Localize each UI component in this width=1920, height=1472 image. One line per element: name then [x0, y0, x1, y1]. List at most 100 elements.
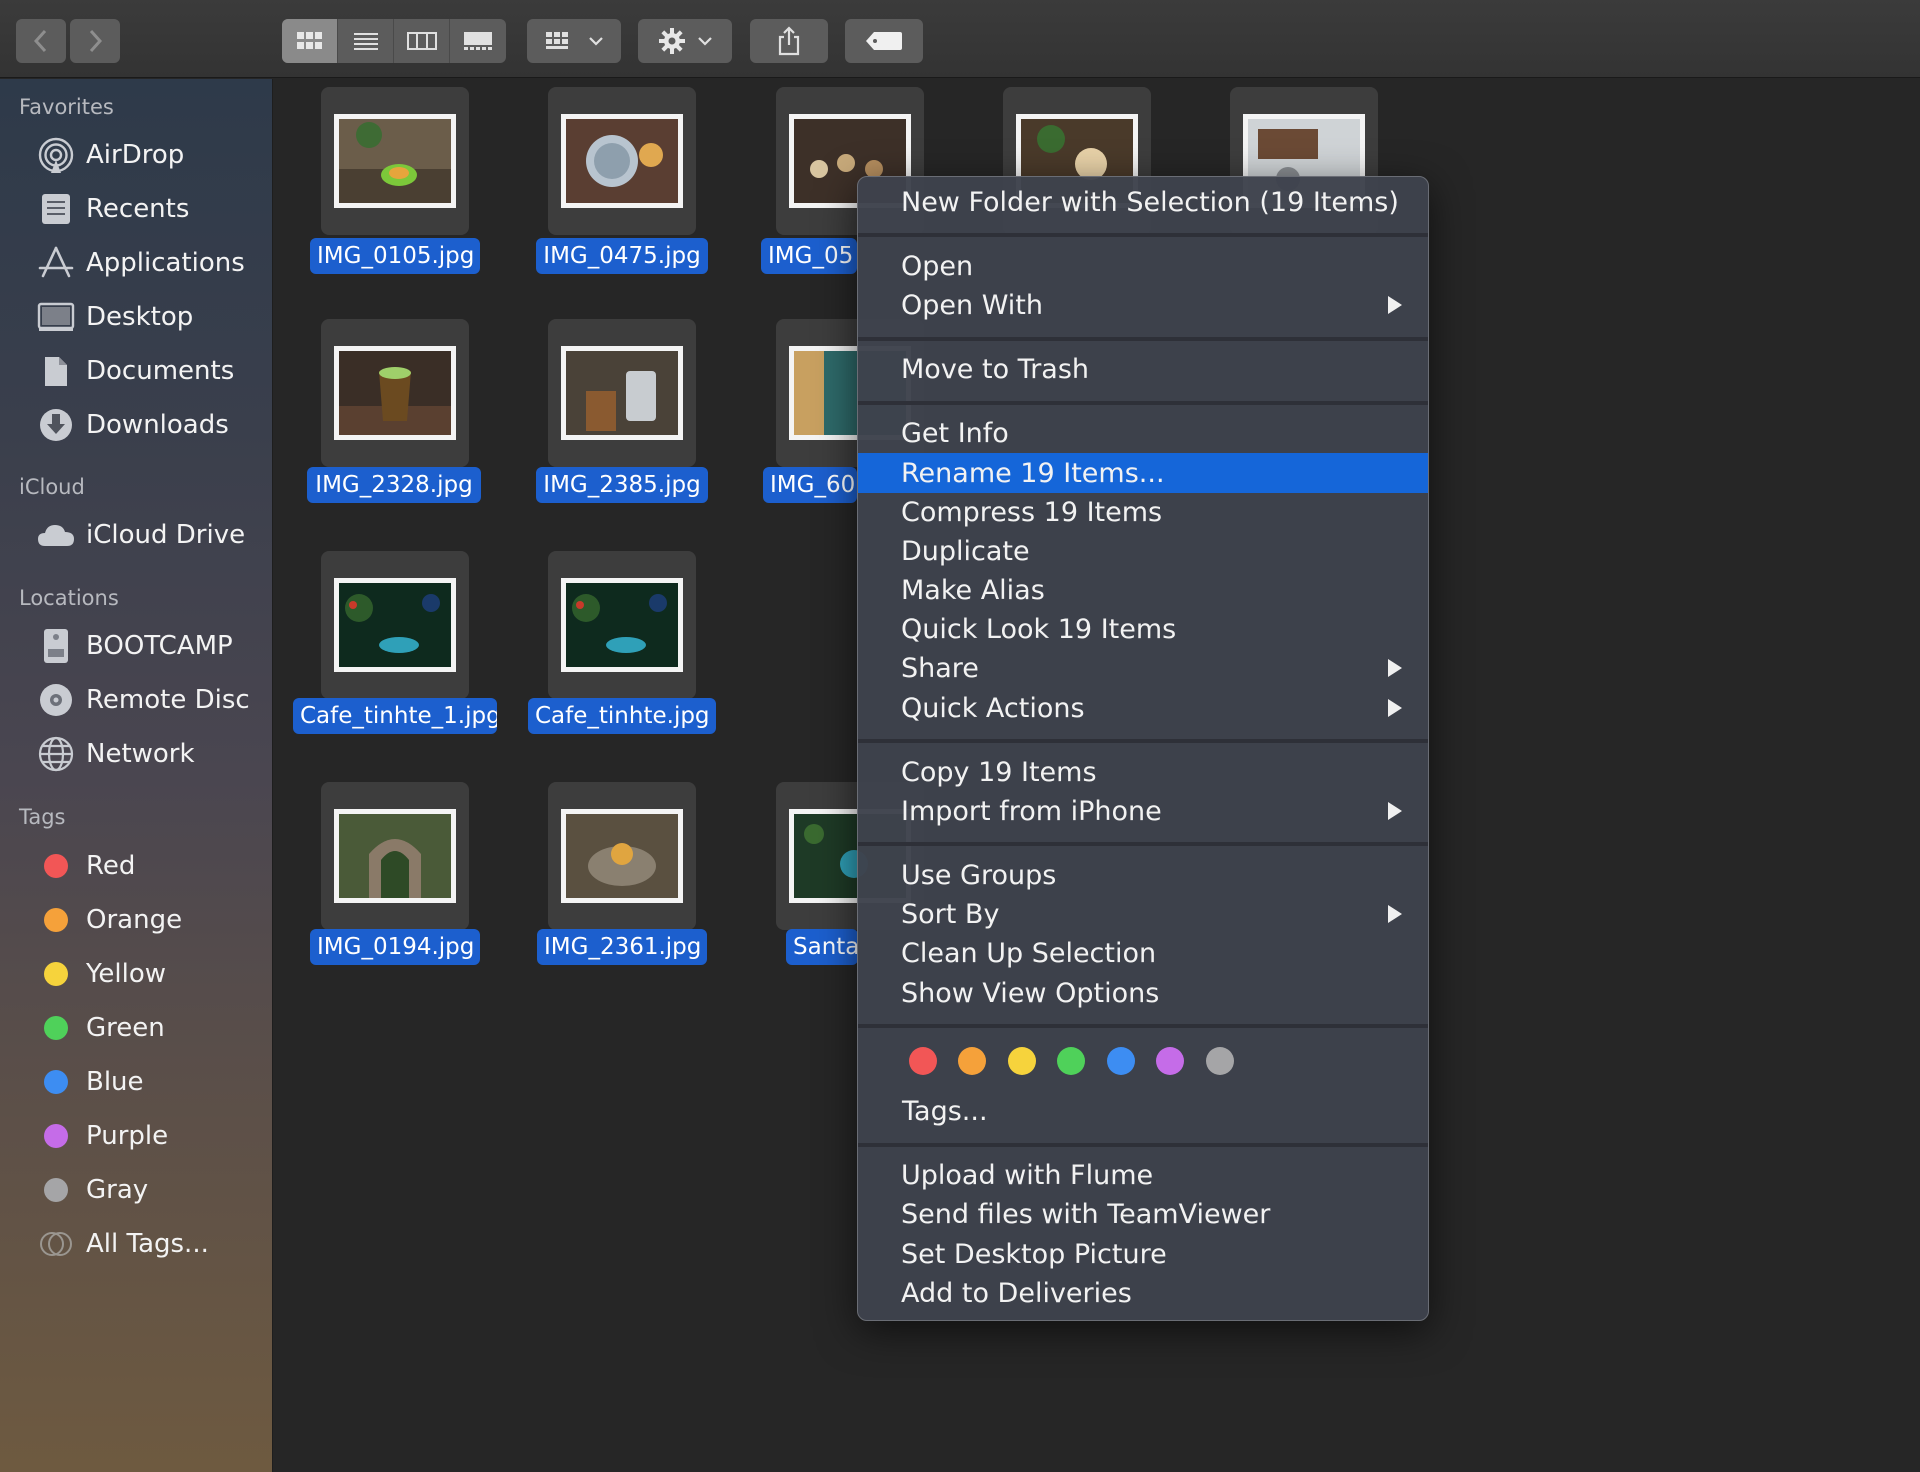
sidebar-item-recents[interactable]: Recents	[0, 184, 272, 234]
file-name-label[interactable]: IMG_0105.jpg	[310, 238, 480, 274]
menu-item-rename[interactable]: Rename 19 Items...	[858, 453, 1428, 493]
photo-thumbnail-icon	[334, 346, 456, 440]
tag-color-blue-icon[interactable]	[1107, 1047, 1135, 1075]
sidebar-item-applications[interactable]: Applications	[0, 238, 272, 288]
menu-item-open-with[interactable]: Open With	[858, 285, 1428, 325]
menu-item-get-info[interactable]: Get Info	[858, 413, 1428, 453]
action-button[interactable]	[638, 19, 732, 63]
menu-item-label: New Folder with Selection (19 Items)	[901, 186, 1399, 218]
file-name-label[interactable]: IMG_0194.jpg	[310, 929, 480, 965]
sidebar-item-tag-green[interactable]: Green	[0, 1003, 272, 1053]
menu-item-add-to-deliveries[interactable]: Add to Deliveries	[858, 1273, 1428, 1313]
sidebar-item-remote-disc[interactable]: Remote Disc	[0, 675, 272, 725]
submenu-arrow-icon	[1388, 659, 1402, 677]
list-view-button[interactable]	[338, 19, 394, 63]
menu-item-move-to-trash[interactable]: Move to Trash	[858, 349, 1428, 389]
submenu-arrow-icon	[1388, 802, 1402, 820]
forward-button[interactable]	[70, 19, 120, 63]
file-name-label[interactable]: IMG_60	[763, 467, 857, 503]
menu-item-set-desktop-picture[interactable]: Set Desktop Picture	[858, 1234, 1428, 1274]
sidebar-item-tag-blue[interactable]: Blue	[0, 1057, 272, 1107]
menu-item-tags[interactable]: Tags...	[858, 1091, 1428, 1131]
gallery-view-button[interactable]	[450, 19, 506, 63]
sidebar-item-tag-red[interactable]: Red	[0, 841, 272, 891]
menu-item-open[interactable]: Open	[858, 246, 1428, 286]
list-icon	[353, 33, 378, 50]
tag-color-purple-icon[interactable]	[1156, 1047, 1184, 1075]
sidebar-item-bootcamp[interactable]: BOOTCAMP	[0, 621, 272, 671]
sidebar-item-airdrop[interactable]: AirDrop	[0, 130, 272, 180]
sidebar-item-all-tags[interactable]: All Tags...	[0, 1219, 272, 1269]
file-name-label[interactable]: IMG_05	[761, 238, 857, 274]
menu-item-copy[interactable]: Copy 19 Items	[858, 752, 1428, 792]
orange-tag-dot-icon	[44, 908, 68, 932]
menu-item-send-files-teamviewer[interactable]: Send files with TeamViewer	[858, 1194, 1428, 1234]
menu-item-new-folder-with-selection[interactable]: New Folder with Selection (19 Items)	[858, 182, 1428, 222]
back-button[interactable]	[16, 19, 66, 63]
tag-color-green-icon[interactable]	[1057, 1047, 1085, 1075]
file-thumbnail[interactable]	[321, 87, 469, 235]
menu-item-label: Upload with Flume	[901, 1159, 1154, 1191]
menu-item-quick-actions[interactable]: Quick Actions	[858, 688, 1428, 728]
file-name-label[interactable]: IMG_2361.jpg	[537, 929, 707, 965]
sidebar-item-network[interactable]: Network	[0, 729, 272, 779]
menu-item-compress[interactable]: Compress 19 Items	[858, 492, 1428, 532]
tag-color-gray-icon[interactable]	[1206, 1047, 1234, 1075]
disc-icon	[32, 678, 80, 722]
tag-color-red-icon[interactable]	[909, 1047, 937, 1075]
sidebar-item-tag-purple[interactable]: Purple	[0, 1111, 272, 1161]
sidebar-item-tag-yellow[interactable]: Yellow	[0, 949, 272, 999]
chevron-down-icon	[698, 37, 712, 46]
sidebar-item-tag-orange[interactable]: Orange	[0, 895, 272, 945]
sidebar-item-icloud-drive[interactable]: iCloud Drive	[0, 510, 272, 560]
submenu-arrow-icon	[1388, 296, 1402, 314]
file-name-label[interactable]: Santa	[786, 929, 858, 965]
cloud-icon	[32, 513, 80, 557]
menu-item-quick-look[interactable]: Quick Look 19 Items	[858, 609, 1428, 649]
file-thumbnail[interactable]	[321, 782, 469, 930]
tag-color-yellow-icon[interactable]	[1008, 1047, 1036, 1075]
file-thumbnail[interactable]	[321, 551, 469, 699]
icon-view-button[interactable]	[282, 19, 338, 63]
file-name-label[interactable]: Cafe_tinhte_1.jpg	[293, 698, 497, 734]
sidebar-item-downloads[interactable]: Downloads	[0, 400, 272, 450]
column-view-button[interactable]	[394, 19, 450, 63]
menu-item-import-from-iphone[interactable]: Import from iPhone	[858, 791, 1428, 831]
menu-item-label: Tags...	[902, 1095, 988, 1127]
tag-button[interactable]	[845, 19, 923, 63]
file-thumbnail[interactable]	[548, 87, 696, 235]
menu-item-make-alias[interactable]: Make Alias	[858, 570, 1428, 610]
tag-color-orange-icon[interactable]	[958, 1047, 986, 1075]
sidebar-item-label: Blue	[86, 1067, 144, 1097]
group-button[interactable]	[527, 19, 621, 63]
menu-item-upload-with-flume[interactable]: Upload with Flume	[858, 1155, 1428, 1195]
photo-thumbnail-icon	[334, 809, 456, 903]
icloud-header: iCloud	[19, 475, 85, 499]
menu-item-sort-by[interactable]: Sort By	[858, 894, 1428, 934]
sidebar-item-tag-gray[interactable]: Gray	[0, 1165, 272, 1215]
file-thumbnail[interactable]	[321, 319, 469, 467]
file-name-label[interactable]: IMG_2385.jpg	[536, 467, 708, 503]
file-thumbnail[interactable]	[548, 782, 696, 930]
file-name-label[interactable]: Cafe_tinhte.jpg	[528, 698, 716, 734]
photo-thumbnail-icon	[334, 578, 456, 672]
menu-item-duplicate[interactable]: Duplicate	[858, 531, 1428, 571]
sidebar-item-label: Network	[86, 739, 195, 769]
submenu-arrow-icon	[1388, 905, 1402, 923]
red-tag-dot-icon	[44, 854, 68, 878]
menu-item-label: Quick Actions	[901, 692, 1085, 724]
file-name-label[interactable]: IMG_2328.jpg	[307, 467, 481, 503]
file-name-label[interactable]: IMG_0475.jpg	[536, 238, 708, 274]
menu-item-use-groups[interactable]: Use Groups	[858, 855, 1428, 895]
menu-item-label: Open With	[901, 289, 1044, 321]
file-thumbnail[interactable]	[548, 551, 696, 699]
sidebar-item-label: Desktop	[86, 302, 194, 332]
menu-item-clean-up-selection[interactable]: Clean Up Selection	[858, 933, 1428, 973]
menu-item-share[interactable]: Share	[858, 648, 1428, 688]
file-thumbnail[interactable]	[548, 319, 696, 467]
share-button[interactable]	[750, 19, 828, 63]
sidebar-item-documents[interactable]: Documents	[0, 346, 272, 396]
sidebar-item-desktop[interactable]: Desktop	[0, 292, 272, 342]
applications-icon	[32, 241, 80, 285]
menu-item-show-view-options[interactable]: Show View Options	[858, 973, 1428, 1013]
